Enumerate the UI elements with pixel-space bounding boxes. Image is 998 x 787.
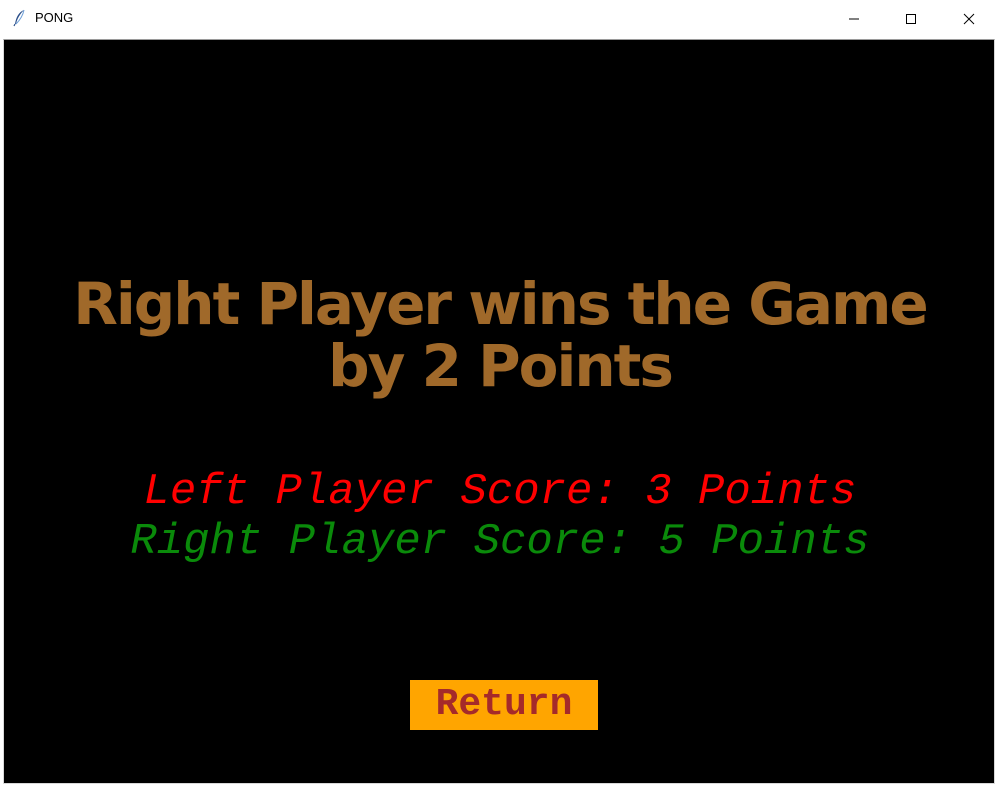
title-bar[interactable]: PONG bbox=[0, 0, 998, 38]
maximize-icon bbox=[906, 13, 916, 24]
result-line-2: by 2 Points bbox=[328, 332, 674, 400]
result-line-1: Right Player wins the Game bbox=[73, 270, 929, 338]
window-title: PONG bbox=[35, 10, 74, 25]
close-icon bbox=[963, 13, 975, 24]
maximize-button[interactable] bbox=[882, 0, 940, 37]
game-canvas: Right Player wins the Game by 2 Points L… bbox=[3, 39, 995, 784]
minimize-icon bbox=[849, 18, 859, 19]
left-player-score: Left Player Score: 3 Points bbox=[143, 467, 857, 517]
close-button[interactable] bbox=[940, 0, 998, 37]
feather-icon bbox=[13, 9, 25, 27]
right-player-score: Right Player Score: 5 Points bbox=[130, 517, 870, 567]
app-window: PONG Right Player wins the Game by 2 Poi… bbox=[0, 0, 998, 787]
return-button[interactable]: Return bbox=[410, 680, 598, 730]
minimize-button[interactable] bbox=[825, 0, 883, 37]
result-headline: Right Player wins the Game by 2 Points bbox=[4, 273, 996, 397]
